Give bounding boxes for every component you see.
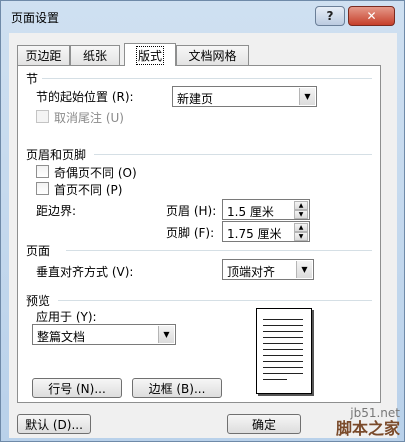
section-start-label: 节的起始位置 (R):	[36, 90, 134, 104]
preview-divider	[58, 300, 372, 301]
section-divider	[42, 78, 372, 79]
header-footer-heading: 页眉和页脚	[26, 148, 87, 162]
spin-down-icon[interactable]: ▼	[294, 232, 308, 241]
suppress-endnotes-label: 取消尾注 (U)	[54, 111, 124, 125]
apply-to-value: 整篇文档	[37, 330, 86, 344]
page-setup-dialog: 页面设置 ? ✕ 页边距 纸张 版式 文档网格 节 节的起始位置 (R): 新建…	[0, 0, 405, 442]
ok-button[interactable]: 确定	[227, 414, 301, 434]
spin-up-icon[interactable]: ▲	[294, 201, 308, 210]
tab-paper[interactable]: 纸张	[70, 45, 120, 65]
spin-up-icon[interactable]: ▲	[294, 223, 308, 232]
help-button[interactable]: ?	[315, 6, 345, 26]
vertical-align-label: 垂直对齐方式 (V):	[36, 265, 134, 279]
window-title: 页面设置	[11, 11, 60, 25]
dialog-body: 页边距 纸张 版式 文档网格 节 节的起始位置 (R): 新建页 ▼ 取消尾注 …	[9, 33, 397, 438]
suppress-endnotes-checkbox[interactable]	[36, 110, 49, 123]
tab-margins-label: 页边距	[25, 49, 62, 63]
page-heading: 页面	[26, 244, 51, 258]
odd-even-label: 奇偶页不同 (O)	[54, 166, 137, 180]
default-button[interactable]: 默认 (D)...	[17, 414, 91, 434]
first-page-label: 首页不同 (P)	[54, 183, 123, 197]
chevron-down-icon[interactable]: ▼	[299, 88, 315, 105]
tab-layout[interactable]: 版式	[124, 43, 176, 66]
header-distance-label: 页眉 (H):	[166, 204, 217, 218]
header-distance-value: 1.5 厘米	[227, 205, 274, 219]
first-page-checkbox[interactable]	[36, 182, 49, 195]
footer-distance-spinner[interactable]: 1.75 厘米 ▲ ▼	[222, 221, 310, 242]
watermark-brand: 脚本之家	[335, 419, 400, 438]
apply-to-select[interactable]: 整篇文档 ▼	[32, 324, 176, 345]
vertical-align-value: 顶端对齐	[227, 265, 276, 279]
chevron-down-icon[interactable]: ▼	[158, 326, 174, 343]
tab-document-grid[interactable]: 文档网格	[176, 45, 249, 65]
tab-margins[interactable]: 页边距	[17, 45, 70, 65]
line-numbers-button[interactable]: 行号 (N)...	[32, 378, 122, 398]
close-button[interactable]: ✕	[348, 6, 395, 26]
title-bar[interactable]: 页面设置 ? ✕	[1, 1, 404, 31]
apply-to-label: 应用于 (Y):	[36, 310, 97, 324]
footer-distance-value: 1.75 厘米	[227, 227, 282, 241]
borders-button[interactable]: 边框 (B)...	[132, 378, 222, 398]
spin-down-icon[interactable]: ▼	[294, 210, 308, 219]
header-footer-divider	[94, 154, 372, 155]
from-edge-label: 距边界:	[36, 204, 77, 218]
preview-heading: 预览	[26, 294, 51, 308]
section-start-select[interactable]: 新建页 ▼	[172, 86, 317, 107]
chevron-down-icon[interactable]: ▼	[296, 261, 312, 278]
tab-document-grid-label: 文档网格	[188, 49, 237, 63]
layout-panel: 节 节的起始位置 (R): 新建页 ▼ 取消尾注 (U) 页眉和页脚 奇偶页不同…	[17, 65, 381, 403]
section-heading: 节	[26, 72, 39, 86]
vertical-align-select[interactable]: 顶端对齐 ▼	[222, 259, 314, 280]
page-divider	[66, 250, 372, 251]
odd-even-checkbox[interactable]	[36, 165, 49, 178]
page-preview	[256, 308, 312, 394]
watermark: jb51.net 脚本之家	[336, 405, 400, 437]
section-start-value: 新建页	[177, 92, 214, 106]
tab-layout-label: 版式	[135, 45, 165, 65]
footer-distance-label: 页脚 (F):	[166, 226, 215, 240]
header-distance-spinner[interactable]: 1.5 厘米 ▲ ▼	[222, 199, 310, 220]
tab-paper-label: 纸张	[82, 49, 107, 63]
